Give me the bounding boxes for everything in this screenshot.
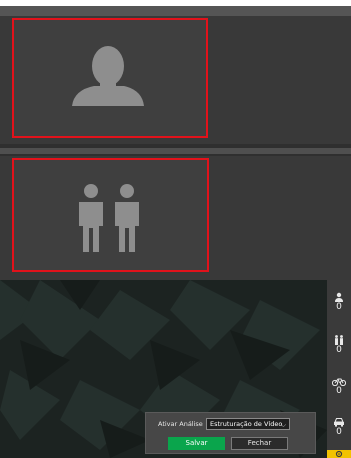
save-button[interactable]: Salvar — [168, 437, 225, 450]
person-count: 0 — [336, 302, 342, 312]
close-button[interactable]: Fechar — [231, 437, 288, 450]
bicycle-icon — [332, 378, 346, 386]
settings-button[interactable] — [327, 450, 351, 458]
analysis-mode-value: Estruturação de Vídeo — [210, 420, 283, 428]
person-counter: 0 — [327, 292, 351, 313]
person-silhouette-icon — [72, 46, 144, 106]
analysis-dialog: Ativar Análise Estruturação de Vídeo ⌵ S… — [145, 412, 316, 454]
bicycle-count: 0 — [336, 386, 342, 396]
car-counter: 0 — [327, 417, 351, 438]
person-icon — [335, 292, 343, 302]
body-capture-frame[interactable] — [12, 158, 209, 272]
car-icon — [334, 418, 344, 427]
people-counter: 0 — [327, 335, 351, 356]
analysis-mode-select[interactable]: Estruturação de Vídeo ⌵ — [206, 418, 290, 430]
bicycle-counter: 0 — [327, 376, 351, 397]
people-silhouette-icon — [79, 184, 139, 252]
chevron-down-icon: ⌵ — [280, 421, 286, 429]
panel-divider-strip — [0, 148, 351, 154]
analysis-label: Ativar Análise — [158, 420, 203, 428]
car-count: 0 — [336, 427, 342, 437]
people-icon — [335, 335, 343, 345]
top-bar — [0, 6, 351, 16]
gear-icon — [335, 450, 343, 458]
people-count: 0 — [336, 345, 342, 355]
detection-counter-sidebar: 0 0 0 0 — [327, 280, 351, 458]
face-capture-frame[interactable] — [12, 18, 208, 138]
